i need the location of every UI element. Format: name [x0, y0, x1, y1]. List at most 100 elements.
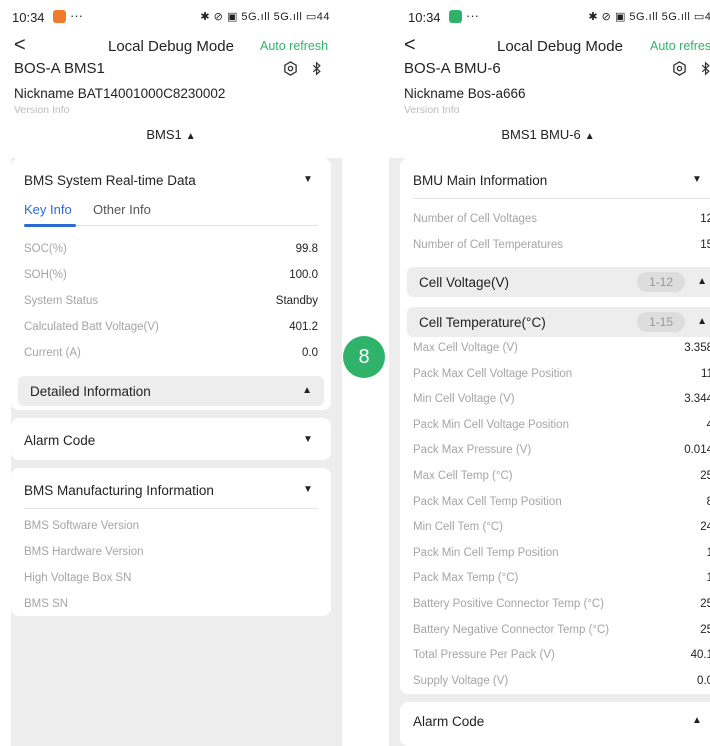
cell-voltage-toggle[interactable]: Cell Voltage(V) 1-12 ▲ [407, 267, 710, 297]
alarm-code-header: Alarm Code ▼ [11, 418, 331, 450]
row-label: Number of Cell Temperatures [413, 239, 563, 251]
status-time: 10:34 [408, 10, 441, 25]
auto-refresh-button[interactable]: Auto refresh [650, 39, 710, 53]
row-value: 3.344 [684, 393, 710, 405]
realtime-data-header[interactable]: BMS System Real-time Data ▼ [11, 158, 331, 190]
content-area: BMU Main Information ▼ Number of Cell Vo… [389, 158, 710, 746]
page-title: Local Debug Mode [108, 38, 234, 55]
data-row: Pack Max Cell Voltage Position 11 [413, 368, 710, 386]
sub-title: Detailed Information [30, 384, 151, 399]
auto-refresh-button[interactable]: Auto refresh [260, 39, 328, 53]
manufacturing-info-card: BMS Manufacturing Information ▼ BMS Soft… [11, 468, 331, 616]
nickname: Nickname BAT14001000C8230002 [14, 86, 226, 101]
tab-other-info[interactable]: Other Info [93, 202, 151, 217]
chevron-down-icon: ▼ [692, 174, 702, 185]
card-title: Alarm Code [24, 433, 96, 448]
row-value: 401.2 [289, 321, 318, 333]
row-value: 24 [700, 521, 710, 533]
back-icon[interactable]: < [404, 34, 416, 56]
caret-up-icon: ▲ [697, 276, 707, 287]
data-row: Number of Cell Voltages 12 [413, 213, 710, 231]
right-screen: 10:34 ··· ✱ ⊘ ▣ 5G.ıll 5G.ıll ▭44 < Loca… [386, 0, 710, 746]
data-row: Pack Min Cell Temp Position 1 [413, 547, 710, 565]
alarm-code-card[interactable]: Alarm Code ▲ [400, 702, 710, 746]
data-row: System Status Standby [24, 295, 318, 313]
row-value: 100.0 [289, 269, 318, 281]
data-row: Supply Voltage (V) 0.0 [413, 675, 710, 693]
detailed-information-toggle[interactable]: Detailed Information ▲ [18, 376, 324, 406]
caret-up-icon: ▲ [697, 316, 707, 327]
realtime-data-card: BMS System Real-time Data ▼ Key Info Oth… [11, 158, 331, 410]
row-label: Number of Cell Voltages [413, 213, 538, 225]
data-row: Min Cell Tem (°C) 24 [413, 521, 710, 539]
row-label: SOH(%) [24, 269, 67, 281]
cell-temperature-toggle[interactable]: Cell Temperature(°C) 1-15 ▲ [407, 307, 710, 337]
chevron-down-icon: ▼ [303, 434, 313, 445]
data-row: Max Cell Voltage (V) 3.358 [413, 342, 710, 360]
settings-hex-icon[interactable] [283, 61, 298, 76]
bmu-main-info-header[interactable]: BMU Main Information ▼ [400, 158, 710, 190]
tab-key-info[interactable]: Key Info [24, 202, 72, 217]
nav-bar: < Local Debug Mode Auto refresh [0, 34, 342, 60]
row-value: 3.358 [684, 342, 710, 354]
list-item: High Voltage Box SN [24, 572, 132, 584]
back-icon[interactable]: < [14, 34, 26, 56]
caret-up-icon: ▲ [584, 131, 595, 142]
data-row: Calculated Batt Voltage(V) 401.2 [24, 321, 318, 339]
version-info-link[interactable]: Version Info [386, 104, 710, 120]
notification-app-icon [449, 10, 462, 23]
list-item: BMS Software Version [24, 520, 140, 532]
selector-label: BMS1 BMU-6 [501, 127, 581, 142]
settings-hex-icon[interactable] [672, 61, 687, 76]
row-label: Pack Min Cell Temp Position [413, 547, 559, 559]
sub-title: Cell Voltage(V) [419, 275, 510, 290]
row-label: Battery Negative Connector Temp (°C) [413, 624, 610, 636]
chevron-down-icon: ▼ [303, 484, 313, 495]
version-info-link[interactable]: Version Info [0, 104, 342, 120]
row-value: 1 [706, 547, 710, 559]
info-tabs: Key Info Other Info [24, 202, 318, 227]
bluetooth-icon[interactable] [701, 61, 710, 76]
row-label: Max Cell Voltage (V) [413, 342, 518, 354]
row-value: 0.014 [684, 444, 710, 456]
row-label: Current (A) [24, 347, 81, 359]
row-label: Total Pressure Per Pack (V) [413, 649, 555, 661]
device-selector[interactable]: BMS1 ▲ [0, 120, 342, 154]
active-tab-indicator [24, 224, 76, 227]
system-status-icons: ✱ ⊘ ▣ 5G.ıll 5G.ıll ▭44 [200, 11, 330, 23]
manufacturing-info-header[interactable]: BMS Manufacturing Information ▼ [11, 468, 331, 500]
row-value: 25 [700, 470, 710, 482]
row-value: Standby [275, 295, 318, 307]
row-label: Supply Voltage (V) [413, 675, 509, 687]
caret-up-icon: ▲ [692, 715, 702, 726]
data-row: Pack Max Cell Temp Position 8 [413, 496, 710, 514]
nickname: Nickname Bos-a666 [404, 86, 526, 101]
row-value: 0.0 [697, 675, 710, 687]
row-label: Pack Max Temp (°C) [413, 572, 519, 584]
row-value: 25 [700, 598, 710, 610]
row-label: Pack Max Pressure (V) [413, 444, 532, 456]
row-label: Pack Max Cell Voltage Position [413, 368, 573, 380]
data-row: SOC(%) 99.8 [24, 243, 318, 261]
more-notifications-icon: ··· [466, 8, 479, 23]
data-row: Pack Min Cell Voltage Position 4 [413, 419, 710, 437]
status-bar: 10:34 ··· ✱ ⊘ ▣ 5G.ıll 5G.ıll ▭44 [386, 0, 710, 34]
device-selector[interactable]: BMS1 BMU-6 ▲ [386, 120, 710, 154]
row-value: 4 [706, 419, 710, 431]
row-value: 0.0 [302, 347, 318, 359]
caret-up-icon: ▲ [302, 385, 312, 396]
cell-range-badge: 1-15 [637, 312, 685, 332]
card-title: BMS Manufacturing Information [24, 483, 214, 498]
row-value: 25 [700, 624, 710, 636]
data-row: Current (A) 0.0 [24, 347, 318, 365]
caret-up-icon: ▲ [185, 131, 196, 142]
left-screen: 10:34 ··· ✱ ⊘ ▣ 5G.ıll 5G.ıll ▭44 < Loca… [0, 0, 342, 746]
alarm-code-card[interactable]: Alarm Code ▼ [11, 418, 331, 460]
row-label: System Status [24, 295, 99, 307]
data-row: Pack Max Temp (°C) 1 [413, 572, 710, 590]
more-notifications-icon: ··· [70, 8, 83, 23]
device-row: BOS-A BMU-6 [386, 60, 710, 82]
device-name: BOS-A BMS1 [14, 60, 105, 77]
list-item: BMS Hardware Version [24, 546, 144, 558]
bluetooth-icon[interactable] [312, 61, 322, 76]
